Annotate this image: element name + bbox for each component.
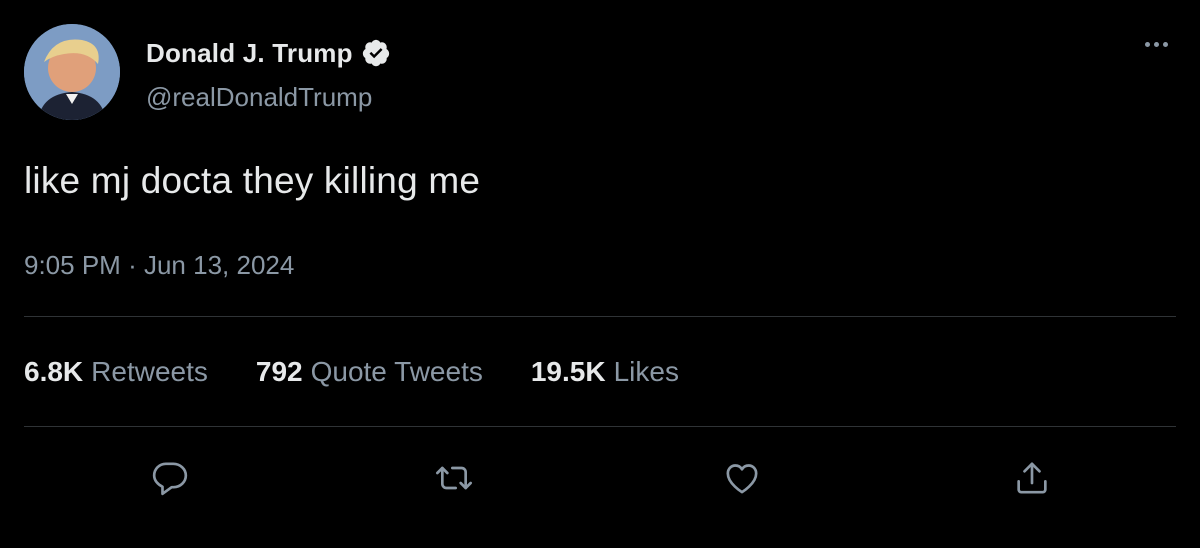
quote-tweets-label: Quote Tweets <box>310 356 483 387</box>
retweets-stat[interactable]: 6.8K Retweets <box>24 356 208 388</box>
quote-tweets-count: 792 <box>255 356 303 387</box>
avatar[interactable] <box>24 24 120 120</box>
likes-count: 19.5K <box>530 356 606 387</box>
like-icon[interactable] <box>720 456 764 500</box>
tweet-timestamp[interactable]: 9:05 PM · Jun 13, 2024 <box>24 250 294 281</box>
share-icon[interactable] <box>1010 456 1054 500</box>
more-dot <box>1153 41 1159 47</box>
display-name[interactable]: Donald J. Trump <box>146 38 353 69</box>
retweets-label: Retweets <box>91 356 208 387</box>
tweet-time: 9:05 PM <box>24 250 121 280</box>
engagement-stats: 6.8K Retweets 792 Quote Tweets 19.5K Likes <box>24 356 727 388</box>
more-options-icon[interactable] <box>1136 30 1176 58</box>
likes-stat[interactable]: 19.5K Likes <box>531 356 679 388</box>
timestamp-separator: · <box>128 250 137 280</box>
author-name-row[interactable]: Donald J. Trump <box>146 36 391 70</box>
retweet-icon[interactable] <box>432 456 476 500</box>
verified-badge-icon <box>361 38 391 68</box>
tweet-card: Donald J. Trump @realDonaldTrump like mj… <box>0 0 1200 548</box>
reply-icon[interactable] <box>148 456 192 500</box>
tweet-date: Jun 13, 2024 <box>143 250 295 280</box>
divider <box>24 426 1176 427</box>
divider <box>24 316 1176 317</box>
more-dot <box>1144 41 1150 47</box>
author-handle[interactable]: @realDonaldTrump <box>146 82 372 113</box>
tweet-text: like mj docta they killing me <box>24 160 481 201</box>
retweets-count: 6.8K <box>24 356 84 387</box>
avatar-image <box>24 24 120 120</box>
more-dot <box>1162 41 1168 47</box>
likes-label: Likes <box>613 356 679 387</box>
quote-tweets-stat[interactable]: 792 Quote Tweets <box>256 356 483 388</box>
